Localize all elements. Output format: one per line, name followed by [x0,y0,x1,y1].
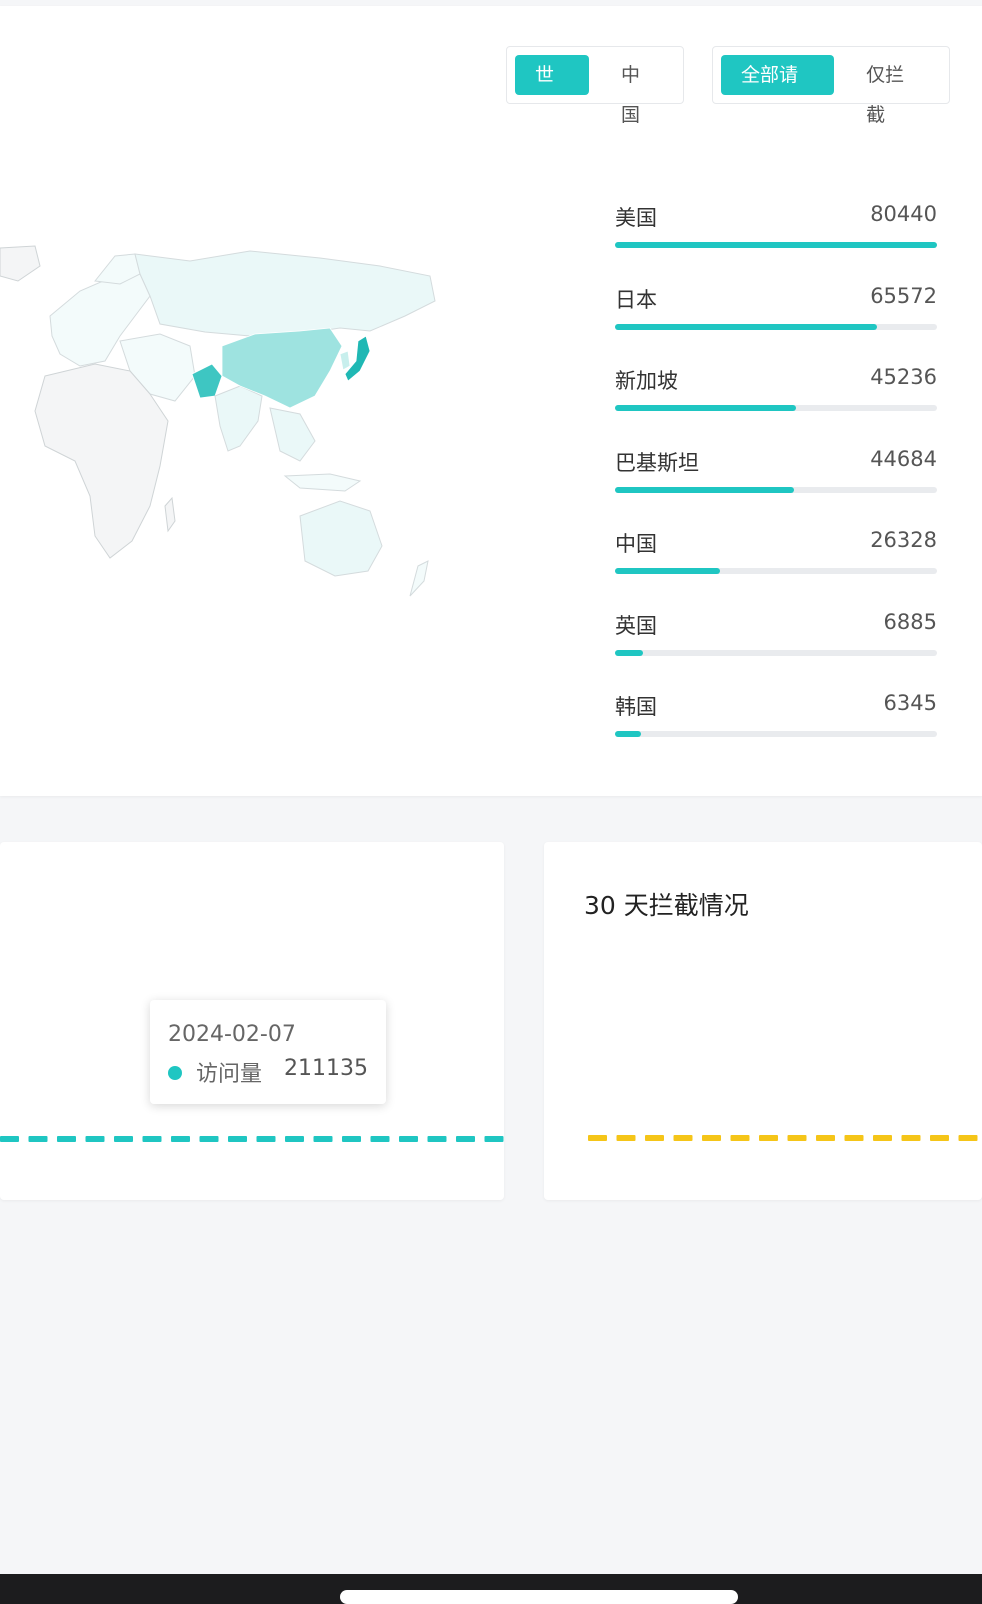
all-requests-button[interactable]: 全部请求 [721,55,835,126]
map-region-africa [34,363,169,559]
map-region-russia [134,250,436,337]
map-region-pakistan [191,363,223,399]
country-value: 65572 [870,283,937,308]
ranking-item[interactable]: 韩国 6345 [615,683,937,765]
progress-fill [615,323,878,330]
access-bar [57,1136,76,1142]
progress-fill [615,731,641,737]
geo-panel: 世界 中国 全部请求 仅拦截 美国 80440 日本 65572 新加坡 452… [0,6,982,796]
access-bar [114,1136,133,1142]
map-region-southeast-asia [269,407,316,462]
blocked-only-button[interactable]: 仅拦截 [846,55,941,126]
block-bar [958,1135,978,1141]
access-bar [370,1136,390,1142]
ranking-item[interactable]: 巴基斯坦 44684 [615,439,937,521]
access-bar [0,1136,19,1142]
progress-fill [615,649,643,656]
block-bar [930,1135,949,1141]
region-china-button[interactable]: 中国 [601,55,675,126]
block-bar [759,1135,778,1141]
country-value: 26328 [870,528,937,552]
block-bar [588,1135,607,1141]
access-bar [427,1136,447,1142]
access-bar [342,1136,361,1142]
progress-track [615,649,937,656]
country-name: 日本 [615,287,657,312]
country-name: 新加坡 [615,369,678,393]
country-value: 6345 [883,691,937,715]
access-bar [399,1136,418,1142]
block-bar [616,1135,636,1141]
map-region-madagascar [164,496,176,533]
access-bar [171,1136,190,1142]
access-bar [285,1136,304,1142]
series-dot-icon [168,1066,182,1080]
access-bar [85,1136,105,1142]
progress-fill [615,486,794,493]
access-chart-card: 2024-02-07 访问量 211135 [0,842,504,1200]
map-region-indonesia [283,473,362,492]
block-bar [673,1135,693,1141]
block-bar [645,1135,664,1141]
tooltip-date: 2024-02-07 [168,1022,296,1047]
block-bar [730,1135,750,1141]
progress-fill [615,242,937,248]
access-bar [199,1136,219,1142]
block-bar [901,1135,921,1141]
country-name: 中国 [615,532,657,556]
country-name: 英国 [615,613,657,638]
access-bar [484,1136,504,1142]
ranking-item[interactable]: 新加坡 45236 [615,357,937,439]
block-bar [873,1135,892,1141]
request-filter-toggle: 全部请求 仅拦截 [712,46,950,126]
country-ranking-list: 美国 80440 日本 65572 新加坡 45236 巴基斯坦 44684 中国 26328 英国… [615,194,937,765]
progress-track [615,486,937,493]
tooltip-label: 访问量 [196,1062,263,1087]
progress-track [615,242,937,248]
access-bar [142,1136,162,1142]
progress-track [615,405,937,411]
tooltip-value: 211135 [284,1056,368,1081]
access-bar [313,1136,333,1142]
ranking-item[interactable]: 中国 26328 [615,520,937,602]
ranking-item[interactable]: 英国 6885 [615,602,937,684]
progress-track [615,568,937,574]
home-indicator[interactable] [340,1590,738,1604]
country-name: 韩国 [615,695,657,719]
block-chart-card: 30 天拦截情况 [544,842,982,1200]
country-name: 巴基斯坦 [615,450,699,475]
country-value: 80440 [870,202,937,226]
progress-track [615,323,937,330]
access-bar [228,1136,247,1142]
country-value: 6885 [883,609,937,634]
chart-tooltip: 2024-02-07 访问量 211135 [150,1000,386,1104]
block-bar [816,1135,835,1141]
region-world-button[interactable]: 世界 [515,55,589,126]
block-bar [844,1135,864,1141]
progress-fill [615,405,797,411]
access-bar [456,1136,475,1142]
country-name: 美国 [615,206,657,230]
ranking-item[interactable]: 日本 65572 [615,276,937,358]
access-bar [28,1136,48,1142]
map-region-australia [299,500,383,577]
ranking-item[interactable]: 美国 80440 [615,194,937,276]
block-bar [702,1135,721,1141]
country-value: 44684 [870,446,937,471]
access-bar [256,1136,276,1142]
progress-track [615,731,937,737]
country-value: 45236 [870,365,937,389]
block-bar-chart[interactable] [544,842,982,1200]
region-toggle: 世界 中国 [506,46,684,126]
map-region-greenland [0,245,41,282]
world-map[interactable] [0,236,450,636]
map-region-korea [339,350,351,371]
progress-fill [615,568,721,574]
map-region-new-zealand [409,560,429,597]
block-bar [787,1135,807,1141]
map-region-india [214,385,263,452]
